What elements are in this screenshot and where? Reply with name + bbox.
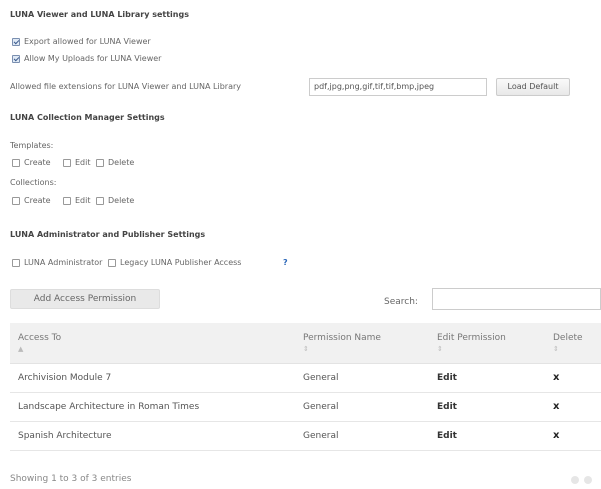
luna-administrator-checkbox[interactable] <box>12 259 20 267</box>
permissions-table: Access To ▲ Permission Name ⇕ Edit Permiss… <box>10 323 601 451</box>
delete-icon[interactable]: x <box>545 421 601 450</box>
templates-edit-label: Edit <box>75 158 91 167</box>
column-access-to[interactable]: Access To ▲ <box>10 323 295 364</box>
allow-uploads-label: Allow My Uploads for LUNA Viewer <box>24 54 162 63</box>
collections-delete-label: Delete <box>108 196 135 205</box>
load-default-button[interactable]: Load Default <box>496 78 570 96</box>
add-access-permission-button[interactable]: Add Access Permission <box>10 289 160 309</box>
search-label: Search: <box>384 297 418 307</box>
column-delete[interactable]: Delete ⇕ <box>545 323 601 364</box>
next-page-button[interactable] <box>584 476 592 484</box>
column-edit-permission[interactable]: Edit Permission ⇕ <box>429 323 545 364</box>
permission-name-cell: General <box>303 430 339 441</box>
sort-icon: ⇕ <box>437 345 443 353</box>
edit-link[interactable]: Edit <box>429 363 545 392</box>
permission-name-cell: General <box>303 372 339 383</box>
access-to-cell: Archivision Module 7 <box>18 372 112 383</box>
help-icon[interactable]: ? <box>283 258 288 267</box>
templates-create-label: Create <box>24 158 51 167</box>
export-allowed-label: Export allowed for LUNA Viewer <box>24 37 151 46</box>
column-access-to-label: Access To <box>18 333 62 343</box>
sort-asc-icon: ▲ <box>18 345 24 353</box>
luna-administrator-label: LUNA Administrator <box>24 258 103 267</box>
templates-edit-checkbox[interactable] <box>63 159 71 167</box>
delete-icon[interactable]: x <box>545 392 601 421</box>
previous-page-button[interactable] <box>571 476 579 484</box>
allow-uploads-checkbox[interactable] <box>12 55 20 63</box>
collection-manager-heading: LUNA Collection Manager Settings <box>10 113 165 122</box>
templates-create-checkbox[interactable] <box>12 159 20 167</box>
table-info: Showing 1 to 3 of 3 entries <box>10 474 132 484</box>
edit-link[interactable]: Edit <box>429 421 545 450</box>
templates-delete-label: Delete <box>108 158 135 167</box>
templates-delete-checkbox[interactable] <box>96 159 104 167</box>
templates-label: Templates: <box>10 141 54 150</box>
access-to-cell: Landscape Architecture in Roman Times <box>18 401 200 412</box>
column-permission-name[interactable]: Permission Name ⇕ <box>295 323 429 364</box>
collections-delete-checkbox[interactable] <box>96 197 104 205</box>
export-allowed-checkbox[interactable] <box>12 38 20 46</box>
delete-icon[interactable]: x <box>545 363 601 392</box>
table-row: Landscape Architecture in Roman Times Ge… <box>10 392 601 421</box>
collections-edit-label: Edit <box>75 196 91 205</box>
legacy-publisher-label: Legacy LUNA Publisher Access <box>120 258 242 267</box>
column-edit-permission-label: Edit Permission <box>437 333 506 343</box>
table-row: Spanish Architecture General Edit x <box>10 421 601 450</box>
permission-name-cell: General <box>303 401 339 412</box>
collections-create-label: Create <box>24 196 51 205</box>
collections-label: Collections: <box>10 178 57 187</box>
file-extensions-input[interactable]: pdf,jpg,png,gif,tif,tif,bmp,jpeg <box>309 78 487 96</box>
admin-settings-heading: LUNA Administrator and Publisher Setting… <box>10 230 206 239</box>
access-to-cell: Spanish Architecture <box>18 430 112 441</box>
collections-edit-checkbox[interactable] <box>63 197 71 205</box>
collections-create-checkbox[interactable] <box>12 197 20 205</box>
legacy-publisher-checkbox[interactable] <box>108 259 116 267</box>
column-delete-label: Delete <box>553 333 583 343</box>
file-extensions-label: Allowed file extensions for LUNA Viewer … <box>10 82 242 91</box>
edit-link[interactable]: Edit <box>429 392 545 421</box>
sort-icon: ⇕ <box>553 345 559 353</box>
search-input[interactable] <box>432 288 601 310</box>
sort-icon: ⇕ <box>303 345 309 353</box>
viewer-settings-heading: LUNA Viewer and LUNA Library settings <box>10 10 189 19</box>
table-header-row: Access To ▲ Permission Name ⇕ Edit Permiss… <box>10 323 601 364</box>
column-permission-name-label: Permission Name <box>303 333 381 343</box>
table-row: Archivision Module 7 General Edit x <box>10 363 601 392</box>
